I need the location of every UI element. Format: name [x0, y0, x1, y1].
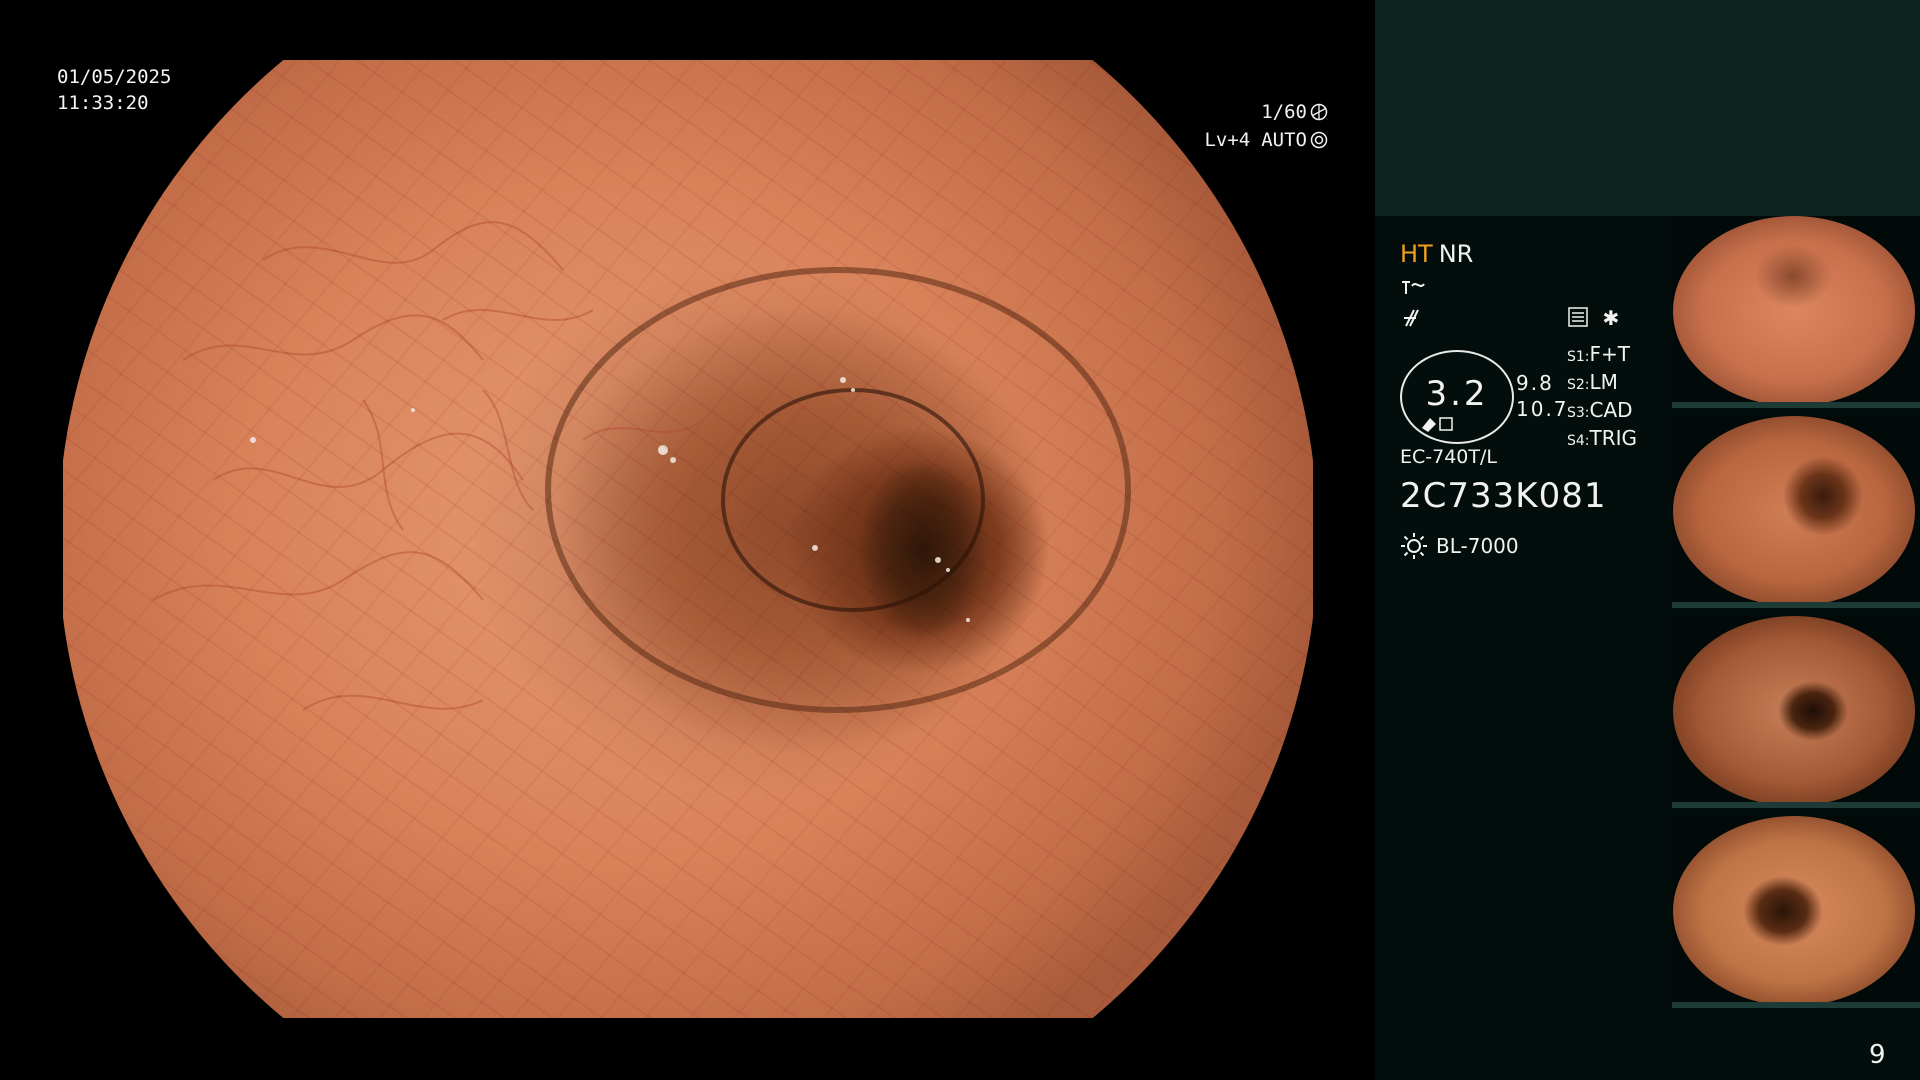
- zoom-value-bottom: 10.7: [1516, 397, 1569, 421]
- thumbnail-1[interactable]: [1672, 216, 1920, 408]
- lamp-icon: [1401, 533, 1427, 559]
- captured-frame-1: [1673, 216, 1915, 406]
- capture-time: 11:33:20: [57, 92, 149, 114]
- brightness-level: Lv+4: [1204, 129, 1251, 151]
- captured-frame-3: [1673, 616, 1915, 806]
- processor-settings: HT NR 3.2 9.8 10.7 EC-740T/L 2C733K081 BL…: [1400, 240, 1650, 559]
- iris-mode: AUTO: [1261, 129, 1307, 151]
- vessel-pattern: [152, 221, 1131, 713]
- zoom-lens-icon: [1422, 417, 1453, 432]
- light-source-name: BL-7000: [1436, 534, 1519, 558]
- thumbnail-bar-1: [1672, 402, 1920, 408]
- zoom-badge: 3.2: [1400, 350, 1514, 444]
- switch-row-4: S4:TRIG: [1567, 426, 1638, 450]
- captured-frame-2: [1673, 416, 1915, 606]
- structure-enhance-icon: [1402, 281, 1425, 294]
- switch-row-3: S3:CAD: [1567, 398, 1633, 422]
- thumbnail-4[interactable]: [1672, 816, 1920, 1008]
- iris-icon: [1310, 131, 1328, 149]
- date-time-overlay: 01/05/2025 11:33:20: [57, 64, 171, 116]
- scope-model: EC-740T/L: [1400, 446, 1497, 468]
- shutter-row: 1/60: [1204, 98, 1328, 126]
- exposure-overlay: 1/60 Lv+4 AUTO: [1204, 98, 1328, 154]
- scope-switch-assignments: ✱ S1:F+T S2:LM S3:CAD S4:TRIG: [1567, 302, 1667, 454]
- shutter-speed: 1/60: [1261, 101, 1307, 123]
- captured-frames-strip: [1672, 216, 1920, 1016]
- switch-icons: ✱: [1567, 302, 1667, 332]
- captured-frame-4: [1673, 816, 1915, 1006]
- memory-card-icon: [1568, 307, 1588, 327]
- endoscope-live-view: 01/05/2025 11:33:20 1/60 Lv+4 AUTO: [0, 0, 1373, 1080]
- color-enhance-icon: [1404, 309, 1419, 327]
- thumbnail-3[interactable]: [1672, 616, 1920, 808]
- zoom-value-top: 9.8: [1516, 371, 1554, 395]
- nr-mode-label: NR: [1438, 240, 1474, 268]
- switch-row-2: S2:LM: [1567, 370, 1618, 394]
- colon-lumen-image: [63, 60, 1313, 1018]
- image-mode-labels: HT NR: [1400, 240, 1650, 268]
- switch-row-1: S1:F+T: [1567, 342, 1630, 366]
- scope-serial: 2C733K081: [1400, 476, 1607, 516]
- shutter-icon: [1310, 103, 1328, 121]
- ht-mode-label: HT: [1400, 240, 1433, 268]
- thumbnail-bar-3: [1672, 802, 1920, 808]
- asterisk-icon: ✱: [1603, 302, 1619, 332]
- capture-date: 01/05/2025: [57, 66, 172, 88]
- zoom-readout: 9.8 10.7: [1516, 370, 1569, 422]
- thumbnail-bar-4: [1672, 1002, 1920, 1008]
- light-source: BL-7000: [1400, 532, 1519, 560]
- thumbnail-2[interactable]: [1672, 416, 1920, 608]
- thumbnail-bar-2: [1672, 602, 1920, 608]
- page-number: 9: [1869, 1040, 1886, 1070]
- zoom-magnification: 3.2: [1425, 374, 1489, 414]
- panel-header-area: [1375, 0, 1920, 216]
- brightness-row: Lv+4 AUTO: [1204, 126, 1328, 154]
